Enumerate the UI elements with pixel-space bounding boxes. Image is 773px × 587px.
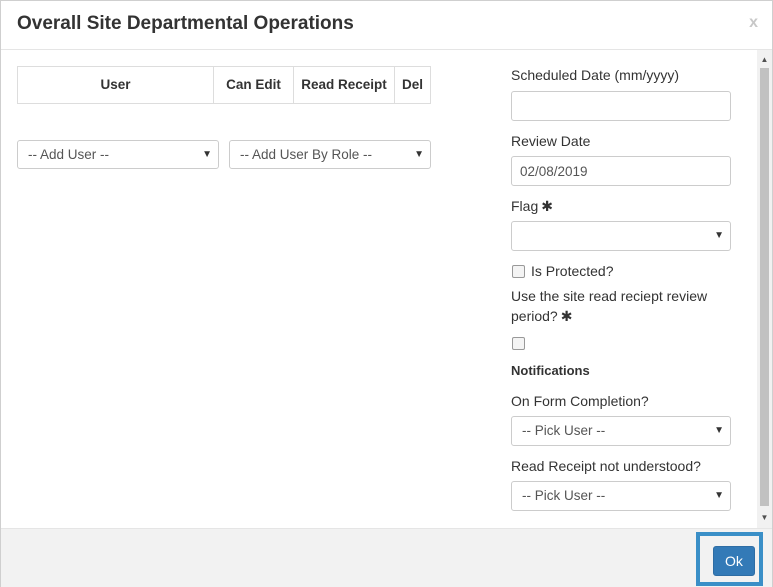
review-date-label: Review Date <box>511 133 591 149</box>
scroll-down-arrow-icon[interactable]: ▼ <box>757 511 772 525</box>
user-table: User Can Edit Read Receipt Del <box>17 66 431 104</box>
column-header-user: User <box>100 77 131 92</box>
caret-down-icon: ▼ <box>202 149 212 160</box>
read-receipt-period-label: Use the site read reciept review period?… <box>511 286 733 326</box>
required-asterisk-icon: ✱ <box>541 198 553 214</box>
flag-label: Flag ✱ <box>511 198 553 215</box>
modal-body: User Can Edit Read Receipt Del -- Add Us… <box>1 50 772 528</box>
review-date-input[interactable] <box>511 156 731 186</box>
caret-down-icon: ▼ <box>714 230 724 241</box>
modal-dialog: Overall Site Departmental Operations x U… <box>0 0 773 587</box>
is-protected-label: Is Protected? <box>531 263 614 279</box>
scheduled-date-label: Scheduled Date (mm/yyyy) <box>511 67 680 83</box>
required-asterisk-icon: ✱ <box>560 308 573 324</box>
ok-button[interactable]: Ok <box>713 546 755 576</box>
read-receipt-not-understood-value: -- Pick User -- <box>522 488 606 503</box>
modal-footer: Ok <box>1 528 772 587</box>
on-form-completion-select[interactable]: -- Pick User -- ▼ <box>511 416 731 446</box>
add-user-by-role-select-value: -- Add User By Role -- <box>240 147 373 162</box>
add-user-by-role-select[interactable]: -- Add User By Role -- ▼ <box>229 140 431 169</box>
close-button[interactable]: x <box>749 14 758 32</box>
caret-down-icon: ▼ <box>714 490 724 501</box>
flag-select[interactable]: ▼ <box>511 221 731 251</box>
scroll-up-arrow-icon[interactable]: ▲ <box>757 53 772 67</box>
scheduled-date-input[interactable] <box>511 91 731 121</box>
column-header-read-receipt: Read Receipt <box>293 67 394 103</box>
is-protected-checkbox[interactable] <box>512 265 525 278</box>
add-user-select[interactable]: -- Add User -- ▼ <box>17 140 219 169</box>
modal-header: Overall Site Departmental Operations x <box>1 1 772 50</box>
vertical-scrollbar[interactable]: ▲ ▼ <box>757 50 772 528</box>
read-receipt-not-understood-label: Read Receipt not understood? <box>511 458 701 474</box>
read-receipt-period-label-text: Use the site read reciept review period? <box>511 288 708 324</box>
scrollbar-thumb[interactable] <box>760 68 769 506</box>
ok-button-focus-highlight: Ok <box>696 532 763 586</box>
add-user-select-value: -- Add User -- <box>28 147 110 162</box>
caret-down-icon: ▼ <box>714 425 724 436</box>
read-receipt-not-understood-select[interactable]: -- Pick User -- ▼ <box>511 481 731 511</box>
on-form-completion-value: -- Pick User -- <box>522 423 606 438</box>
column-header-can-edit: Can Edit <box>213 67 293 103</box>
read-receipt-period-checkbox[interactable] <box>512 337 525 350</box>
caret-down-icon: ▼ <box>414 149 424 160</box>
notifications-heading: Notifications <box>511 363 590 378</box>
modal-title: Overall Site Departmental Operations <box>17 13 354 34</box>
flag-label-text: Flag <box>511 198 539 214</box>
on-form-completion-label: On Form Completion? <box>511 393 649 409</box>
column-header-del: Del <box>394 67 430 103</box>
